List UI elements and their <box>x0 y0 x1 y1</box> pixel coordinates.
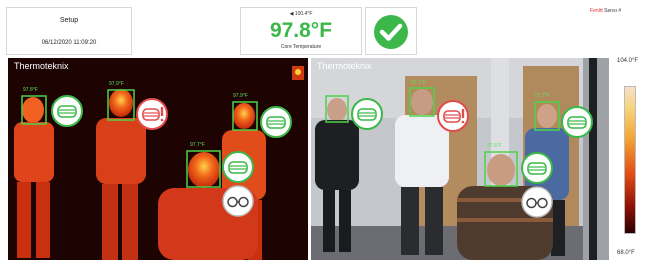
no-mask-alert-icon <box>437 100 469 132</box>
thermal-camera-view: Thermoteknix 97.8°F 97.9°F 97.9°F 97.7°F <box>8 58 308 260</box>
brand-logo: Fenítt Sensı # <box>590 8 622 14</box>
visual-camera-view: Thermoteknix 97.7°F 97.7°F 97.6°F <box>311 58 609 260</box>
check-icon <box>374 15 408 49</box>
mask-icon <box>561 106 593 138</box>
thermal-image <box>8 58 308 260</box>
temperature-panel: ◀ 100.4°F 97.8°F Core Temperature <box>240 7 362 55</box>
glasses-icon <box>521 186 553 218</box>
mask-icon <box>351 98 383 130</box>
thermal-reading-4: 97.7°F <box>190 142 205 148</box>
core-temperature-value: 97.8°F <box>269 19 333 42</box>
thermal-brand-label: Thermoteknix <box>14 61 69 71</box>
pass-status-box <box>365 7 417 55</box>
core-temperature-label: Core Temperature <box>280 44 322 50</box>
mask-icon <box>51 95 83 127</box>
setup-title[interactable]: Setup <box>7 17 131 24</box>
scale-min-label: 68.0°F <box>617 250 635 256</box>
no-mask-alert-icon <box>136 98 168 130</box>
mask-icon <box>260 106 292 138</box>
visual-reading-3: 97.6°F <box>487 143 502 149</box>
threshold-temperature: ◀ 100.4°F <box>289 11 313 17</box>
setup-datetime: 06/12/2020 11:09:20 <box>41 40 97 46</box>
thermal-reading-3: 97.9°F <box>233 93 248 99</box>
visual-image <box>311 58 609 260</box>
setup-box[interactable]: Setup 06/12/2020 11:09:20 <box>6 7 132 55</box>
visual-brand-label: Thermoteknix <box>317 61 372 71</box>
scale-max-label: 104.0°F <box>617 58 639 64</box>
visual-reading-1: 97.7°F <box>411 80 426 86</box>
mask-icon <box>521 152 553 184</box>
thermal-reading-2: 97.9°F <box>109 81 124 87</box>
glasses-icon <box>222 185 254 217</box>
visual-reading-2: 97.7°F <box>535 93 550 99</box>
thermal-reading-1: 97.8°F <box>23 87 38 93</box>
mask-icon <box>222 151 254 183</box>
temperature-scale-bar <box>624 86 636 234</box>
